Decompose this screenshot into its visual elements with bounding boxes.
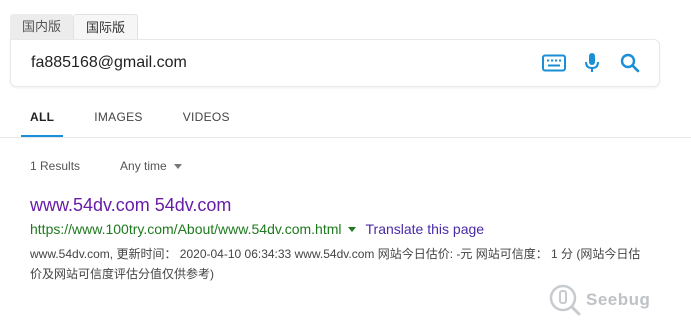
tab-images[interactable]: IMAGES <box>94 106 142 138</box>
microphone-icon[interactable] <box>573 40 611 86</box>
keyboard-icon[interactable] <box>535 40 573 86</box>
search-actions <box>535 40 649 86</box>
translate-link[interactable]: Translate this page <box>366 219 485 239</box>
tabs-divider <box>0 137 691 138</box>
region-tabs: 国内版 国际版 <box>10 14 139 40</box>
search-input[interactable] <box>31 52 511 74</box>
tab-domestic[interactable]: 国内版 <box>10 14 74 40</box>
search-box <box>10 39 660 87</box>
tab-all[interactable]: ALL <box>20 106 64 138</box>
search-result: www.54dv.com 54dv.com https://www.100try… <box>30 193 670 284</box>
result-title-link[interactable]: www.54dv.com 54dv.com <box>30 193 670 217</box>
results-meta: 1 Results Any time <box>30 159 182 173</box>
seebug-logo-icon <box>549 284 581 316</box>
chevron-down-icon <box>173 163 182 169</box>
time-filter-label: Any time <box>120 159 167 173</box>
time-filter-dropdown[interactable]: Any time <box>120 159 182 173</box>
tab-videos[interactable]: VIDEOS <box>183 106 230 138</box>
result-url-line: https://www.100try.com/About/www.54dv.co… <box>30 219 670 239</box>
result-snippet: www.54dv.com, 更新时间： 2020-04-10 06:34:33 … <box>30 247 641 281</box>
search-icon[interactable] <box>611 40 649 86</box>
results-count: 1 Results <box>30 159 81 173</box>
result-type-tabs: ALL IMAGES VIDEOS <box>20 106 270 138</box>
seebug-watermark: Seebug <box>548 283 650 317</box>
tab-international[interactable]: 国际版 <box>73 14 139 40</box>
result-url[interactable]: https://www.100try.com/About/www.54dv.co… <box>30 219 342 239</box>
watermark-text: Seebug <box>586 290 651 309</box>
url-options-caret-icon[interactable] <box>347 226 356 232</box>
